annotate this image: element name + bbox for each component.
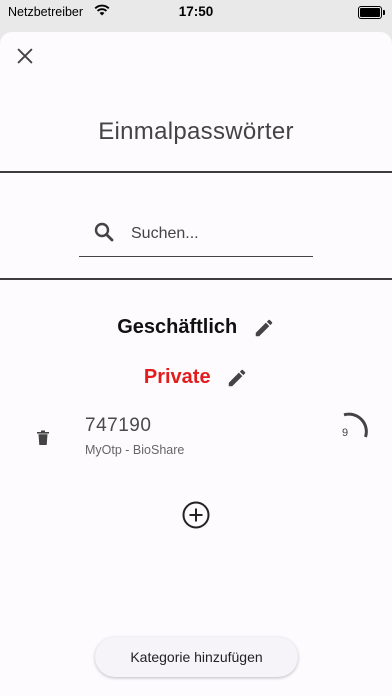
close-icon[interactable]: [14, 45, 36, 67]
category-geschaeftlich[interactable]: Geschäftlich: [0, 316, 392, 339]
otp-code: 747190: [85, 415, 152, 436]
divider-top: [0, 171, 392, 173]
clock: 17:50: [178, 4, 214, 19]
status-bar: Netzbetreiber 17:50: [0, 0, 392, 26]
trash-icon[interactable]: [36, 430, 50, 446]
category-label: Geschäftlich: [117, 316, 238, 339]
otp-issuer: MyOtp - BioShare: [85, 443, 185, 457]
battery-icon: [358, 6, 385, 19]
page-title: Einmalpasswörter: [98, 118, 294, 145]
otp-sheet: Einmalpasswörter Geschäftlich Private 74…: [0, 32, 392, 696]
category-label: Private: [143, 366, 211, 389]
add-category-button[interactable]: Kategorie hinzufügen: [95, 637, 298, 677]
search-bar: [79, 218, 313, 257]
otp-entry[interactable]: 747190 MyOtp - BioShare 9: [0, 412, 392, 472]
add-circle-icon[interactable]: [181, 500, 211, 530]
countdown-seconds: 9: [341, 427, 349, 439]
divider-bottom: [0, 278, 392, 280]
edit-icon[interactable]: [226, 367, 248, 389]
search-icon: [94, 222, 114, 242]
edit-icon[interactable]: [253, 317, 275, 339]
search-input[interactable]: [129, 221, 313, 247]
category-private[interactable]: Private: [0, 366, 392, 389]
